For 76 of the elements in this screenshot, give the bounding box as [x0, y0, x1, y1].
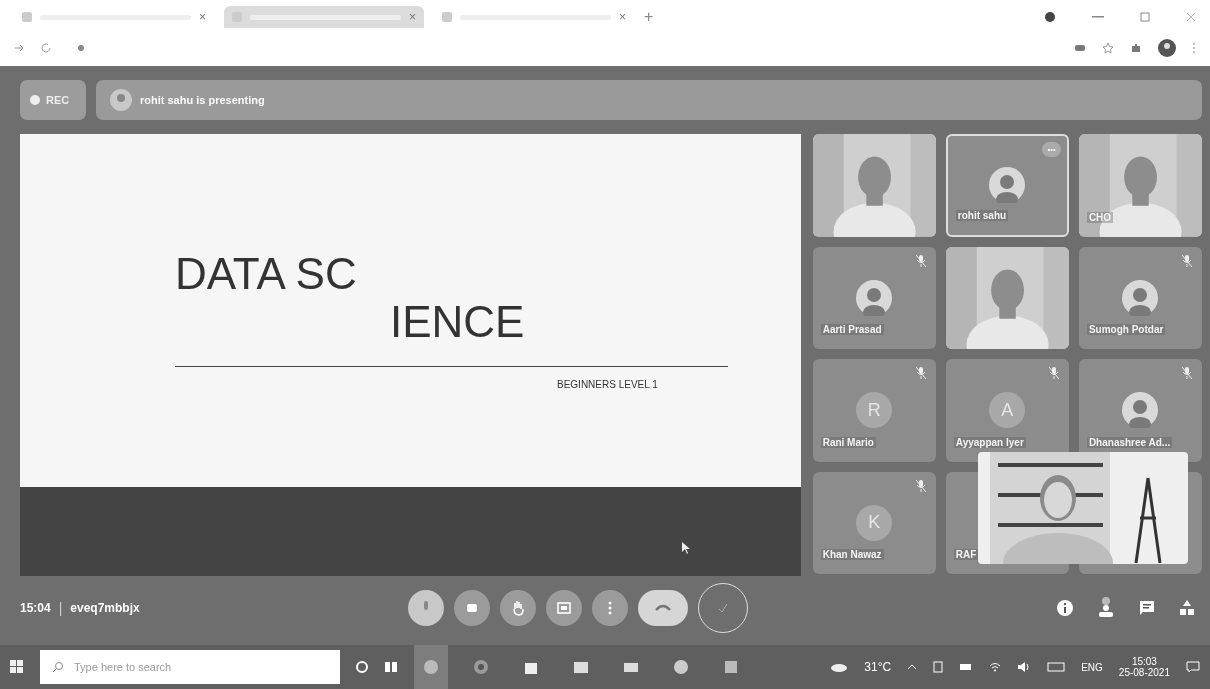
avatar-icon	[856, 279, 893, 316]
chat-icon[interactable]	[1138, 599, 1156, 617]
weather-temperature: 31°C	[864, 660, 892, 674]
meeting-code: eveq7mbbjx	[70, 601, 141, 615]
taskbar-clock[interactable]: 15:03 25-08-2021	[1118, 656, 1170, 678]
keyboard-icon[interactable]	[1047, 662, 1066, 672]
forward-icon[interactable]	[14, 43, 24, 53]
language-indicator[interactable]: ENG	[1081, 661, 1103, 673]
participant-name: Sumogh Potdar	[1086, 324, 1166, 335]
participant-name: Ayyappan Iyer	[953, 436, 1026, 448]
avatar-icon	[1122, 392, 1159, 429]
raise-hand-button[interactable]	[500, 590, 537, 626]
participant-name: Aarti Prasad	[820, 324, 884, 335]
reload-icon[interactable]	[40, 42, 52, 54]
close-icon[interactable]: ×	[409, 10, 416, 24]
avatar-icon[interactable]	[1158, 39, 1176, 57]
favicon-icon	[442, 12, 452, 22]
windows-start-icon[interactable]	[10, 660, 24, 674]
check-icon	[717, 602, 730, 614]
search-icon	[52, 661, 64, 673]
participant-name: RAF	[953, 549, 979, 560]
notification-icon[interactable]	[1186, 661, 1200, 673]
profile-icon[interactable]	[1044, 11, 1056, 23]
restore-icon[interactable]	[1140, 12, 1150, 22]
participant-name: CHO	[1086, 211, 1114, 223]
present-button[interactable]	[546, 590, 583, 626]
phone-icon	[655, 604, 672, 612]
chevron-up-icon[interactable]	[907, 664, 918, 670]
avatar-letter: K	[856, 504, 893, 541]
browser-tab[interactable]: ×	[434, 6, 634, 28]
task-view-icon[interactable]	[384, 661, 398, 673]
camera-button[interactable]	[454, 590, 491, 626]
avatar-letter: R	[856, 392, 893, 429]
presenter-label: rohit sahu is presenting	[140, 94, 265, 106]
new-tab-button[interactable]: +	[644, 8, 654, 26]
meeting-time: 15:04	[20, 601, 51, 615]
extension-icon[interactable]	[1074, 43, 1086, 53]
battery-icon[interactable]	[959, 663, 974, 671]
participant-name: Khan Nawaz	[820, 549, 884, 560]
close-icon[interactable]: ×	[619, 10, 626, 24]
hand-icon	[512, 600, 525, 616]
slide-subtitle: BEGINNERS LEVEL 1	[557, 379, 659, 390]
network-icon[interactable]	[933, 661, 944, 673]
cortana-icon[interactable]	[356, 661, 368, 673]
more-options-button[interactable]	[592, 590, 629, 626]
avatar-icon	[989, 167, 1026, 204]
check-button[interactable]	[698, 583, 749, 633]
speaker-icon[interactable]	[1017, 661, 1032, 673]
recording-badge: REC	[20, 80, 86, 120]
avatar-icon	[110, 89, 132, 111]
browser-tab[interactable]: ×	[224, 6, 424, 28]
slide-title: IENCE	[390, 300, 526, 344]
avatar-letter: A	[989, 392, 1026, 429]
puzzle-icon[interactable]	[1130, 42, 1142, 54]
participant-name: Rani Mario	[820, 436, 876, 448]
slide-title: DATA SC	[175, 252, 358, 296]
participant-name: rohit sahu	[955, 209, 1009, 221]
close-icon[interactable]: ×	[199, 10, 206, 24]
people-icon[interactable]	[1096, 597, 1116, 619]
cursor-icon	[682, 542, 691, 554]
info-icon[interactable]	[1056, 599, 1074, 617]
participant-name: Dhanashree Ad...	[1086, 436, 1173, 448]
favicon-icon	[22, 12, 32, 22]
present-icon	[557, 602, 572, 614]
cloud-icon	[830, 662, 849, 672]
separator: |	[58, 600, 63, 616]
microphone-button[interactable]	[408, 590, 445, 626]
activities-icon[interactable]	[1178, 599, 1196, 617]
more-icon	[608, 601, 613, 615]
wifi-icon[interactable]	[989, 662, 1002, 672]
end-call-button[interactable]	[638, 590, 689, 626]
camera-icon	[466, 603, 479, 613]
avatar-icon	[1122, 279, 1159, 316]
taskbar-search-field[interactable]: Type here to search	[40, 650, 340, 684]
star-icon[interactable]	[1102, 42, 1114, 54]
browser-tab[interactable]: ×	[14, 6, 214, 28]
